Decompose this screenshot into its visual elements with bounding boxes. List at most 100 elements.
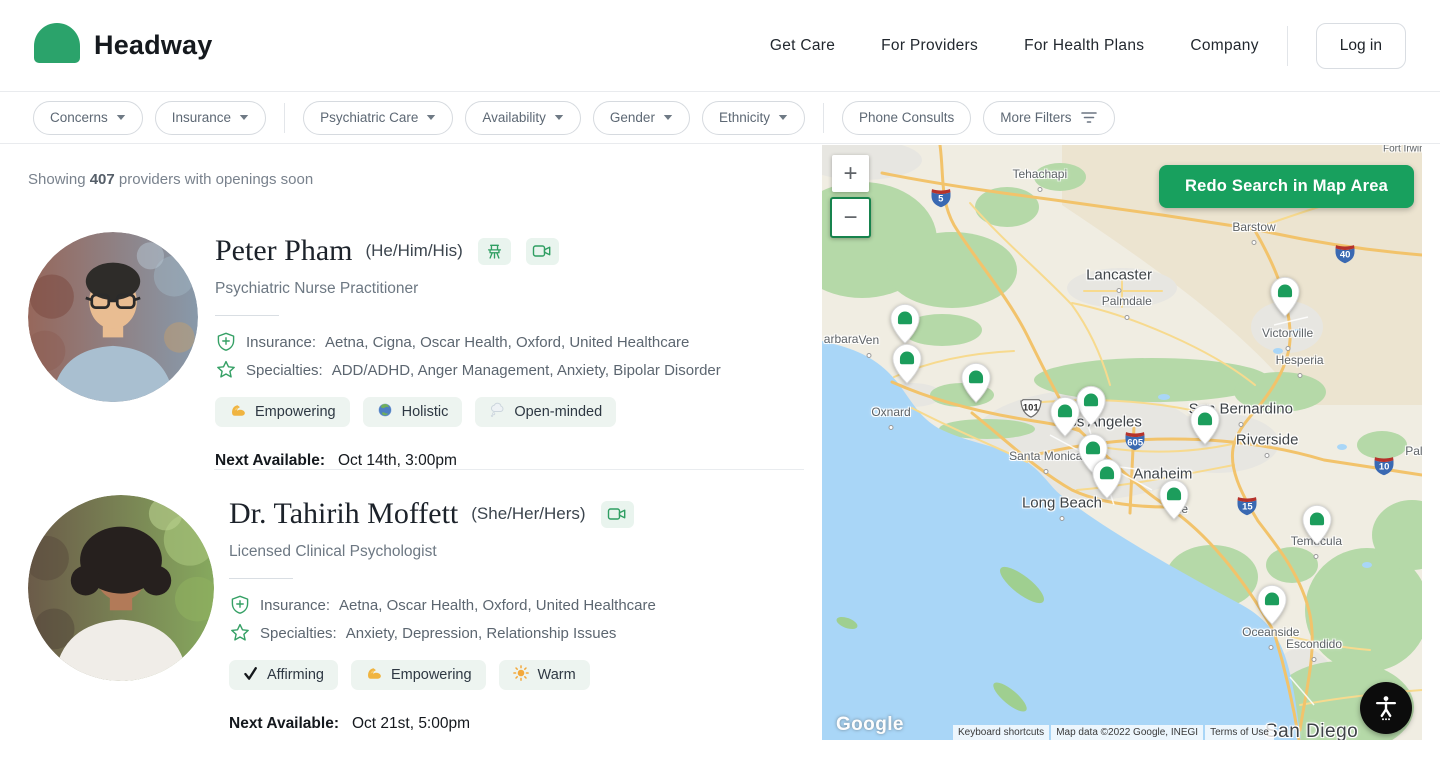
chevron-down-icon — [778, 114, 788, 121]
filter-pill-label: Gender — [610, 110, 655, 125]
trait-pill-empowering: Empowering — [351, 660, 486, 690]
map-pin[interactable] — [1158, 479, 1190, 521]
insurance-row-label: Insurance: — [260, 597, 330, 614]
filter-pill-psychiatric-care[interactable]: Psychiatric Care — [303, 101, 453, 135]
zoom-out-button[interactable]: − — [830, 197, 871, 238]
provider-name[interactable]: Dr. Tahirih Moffett — [229, 497, 458, 531]
trait-pill-warm: Warm — [499, 660, 590, 690]
map-data-text: Map data ©2022 Google, INEGI — [1051, 725, 1203, 740]
filter-pill-label: Psychiatric Care — [320, 110, 418, 125]
provider-photo[interactable] — [28, 495, 214, 681]
provider-name-row: Dr. Tahirih Moffett(She/Her/Hers) — [229, 497, 656, 531]
trait-pill-holistic: Holistic — [363, 397, 463, 427]
insurance-row-value: Aetna, Oscar Health, Oxford, United Heal… — [339, 597, 656, 614]
filter-bar: Concerns Insurance Psychiatric Care Availab… — [0, 92, 1440, 144]
provider-photo[interactable] — [28, 232, 198, 402]
insurance-row-label: Insurance: — [246, 334, 316, 351]
map-pin[interactable] — [891, 343, 923, 385]
next-available-label: Next Available: — [215, 452, 325, 469]
provider-name-row: Peter Pham(He/Him/His) — [215, 234, 721, 268]
shield-plus-icon — [215, 331, 237, 353]
next-available-value: Oct 14th, 3:00pm — [338, 452, 457, 469]
trait-pills: Affirming Empowering Warm — [229, 660, 656, 690]
provider-name[interactable]: Peter Pham — [215, 234, 352, 268]
filter-pill-more-filters[interactable]: More Filters — [983, 101, 1114, 135]
provider-card[interactable]: Peter Pham(He/Him/His)Psychiatric Nurse … — [28, 232, 803, 470]
insurance-row-value: Aetna, Cigna, Oscar Health, Oxford, Unit… — [325, 334, 689, 351]
filter-pill-gender[interactable]: Gender — [593, 101, 690, 135]
map-pin[interactable] — [960, 362, 992, 404]
video-icon — [526, 238, 559, 265]
card-divider — [214, 469, 804, 470]
trait-pill-empowering: Empowering — [215, 397, 350, 427]
nav-link-for-providers[interactable]: For Providers — [881, 37, 978, 55]
chevron-down-icon — [663, 114, 673, 121]
map-pin[interactable] — [1189, 404, 1221, 446]
title-divider — [229, 578, 293, 579]
nav-link-company[interactable]: Company — [1190, 37, 1258, 55]
check-icon — [243, 666, 258, 685]
muscle-icon — [229, 402, 246, 423]
specialties-row-label: Specialties: — [246, 362, 323, 379]
filter-pill-insurance[interactable]: Insurance — [155, 101, 266, 135]
map-panel[interactable]: Fort IrwinTehachapiBarstowLancasterPalmd… — [822, 145, 1422, 740]
provider-card[interactable]: Dr. Tahirih Moffett(She/Her/Hers)License… — [28, 495, 803, 733]
zoom-in-button[interactable]: + — [832, 155, 869, 192]
specialties-row-value: ADD/ADHD, Anger Management, Anxiety, Bip… — [332, 362, 721, 379]
filter-pill-availability[interactable]: Availability — [465, 101, 581, 135]
thought-bubble-icon — [489, 402, 505, 422]
insurance-row: Insurance: Aetna, Cigna, Oscar Health, Ox… — [215, 331, 721, 353]
trait-label: Affirming — [267, 667, 324, 683]
keyboard-shortcuts-link[interactable]: Keyboard shortcuts — [953, 725, 1049, 740]
chevron-down-icon — [426, 114, 436, 121]
filter-group-divider — [284, 103, 285, 133]
insurance-row: Insurance: Aetna, Oscar Health, Oxford, U… — [229, 594, 656, 616]
map-pin[interactable] — [1091, 458, 1123, 500]
specialties-row-value: Anxiety, Depression, Relationship Issues — [346, 625, 617, 642]
filter-pill-phone-consults[interactable]: Phone Consults — [842, 101, 971, 135]
star-icon — [215, 359, 237, 381]
nav-link-get-care[interactable]: Get Care — [770, 37, 835, 55]
nav-links: Get Care For Providers For Health Plans Com… — [770, 37, 1259, 55]
map-pin[interactable] — [1256, 584, 1288, 626]
provider-card-body: Peter Pham(He/Him/His)Psychiatric Nurse … — [215, 232, 721, 470]
shield-plus-icon — [229, 594, 251, 616]
sun-icon — [513, 665, 529, 685]
map-pin[interactable] — [1301, 503, 1333, 545]
filter-pill-ethnicity[interactable]: Ethnicity — [702, 101, 805, 135]
filter-pill-label: Concerns — [50, 110, 108, 125]
map-pin[interactable] — [1049, 396, 1081, 438]
chevron-down-icon — [554, 114, 564, 121]
trait-pill-open-minded: Open-minded — [475, 397, 616, 427]
map-pin[interactable] — [1269, 276, 1301, 318]
star-icon — [229, 622, 251, 644]
accessibility-button[interactable] — [1360, 682, 1412, 734]
terms-link[interactable]: Terms of Use — [1205, 725, 1274, 740]
specialties-row-label: Specialties: — [260, 625, 337, 642]
filter-pill-concerns[interactable]: Concerns — [33, 101, 143, 135]
trait-label: Warm — [538, 667, 576, 683]
filter-pill-label: Availability — [482, 110, 546, 125]
headway-logo[interactable]: Headway — [34, 23, 212, 68]
trait-pill-affirming: Affirming — [229, 660, 338, 690]
muscle-icon — [365, 665, 382, 686]
trait-pills: Empowering Holistic Open-minded — [215, 397, 721, 427]
google-logo[interactable]: Google — [836, 714, 904, 736]
map-pin[interactable] — [889, 302, 921, 344]
redo-search-button[interactable]: Redo Search in Map Area — [1159, 165, 1414, 208]
filter-pill-label: More Filters — [1000, 110, 1071, 125]
nav-link-for-health-plans[interactable]: For Health Plans — [1024, 37, 1144, 55]
results-count: 407 — [90, 171, 115, 188]
filter-pill-label: Insurance — [172, 110, 231, 125]
globe-icon — [377, 402, 393, 422]
filter-lines-icon — [1080, 110, 1098, 125]
brand-name: Headway — [94, 30, 212, 61]
chevron-down-icon — [239, 114, 249, 121]
video-icon — [601, 501, 634, 528]
title-divider — [215, 315, 279, 316]
next-available-value: Oct 21st, 5:00pm — [352, 715, 470, 732]
map-zoom-controls: + − — [832, 155, 871, 238]
headway-logo-icon — [34, 23, 80, 68]
map-attribution: Keyboard shortcuts Map data ©2022 Google… — [953, 725, 1274, 740]
login-button[interactable]: Log in — [1316, 23, 1406, 69]
